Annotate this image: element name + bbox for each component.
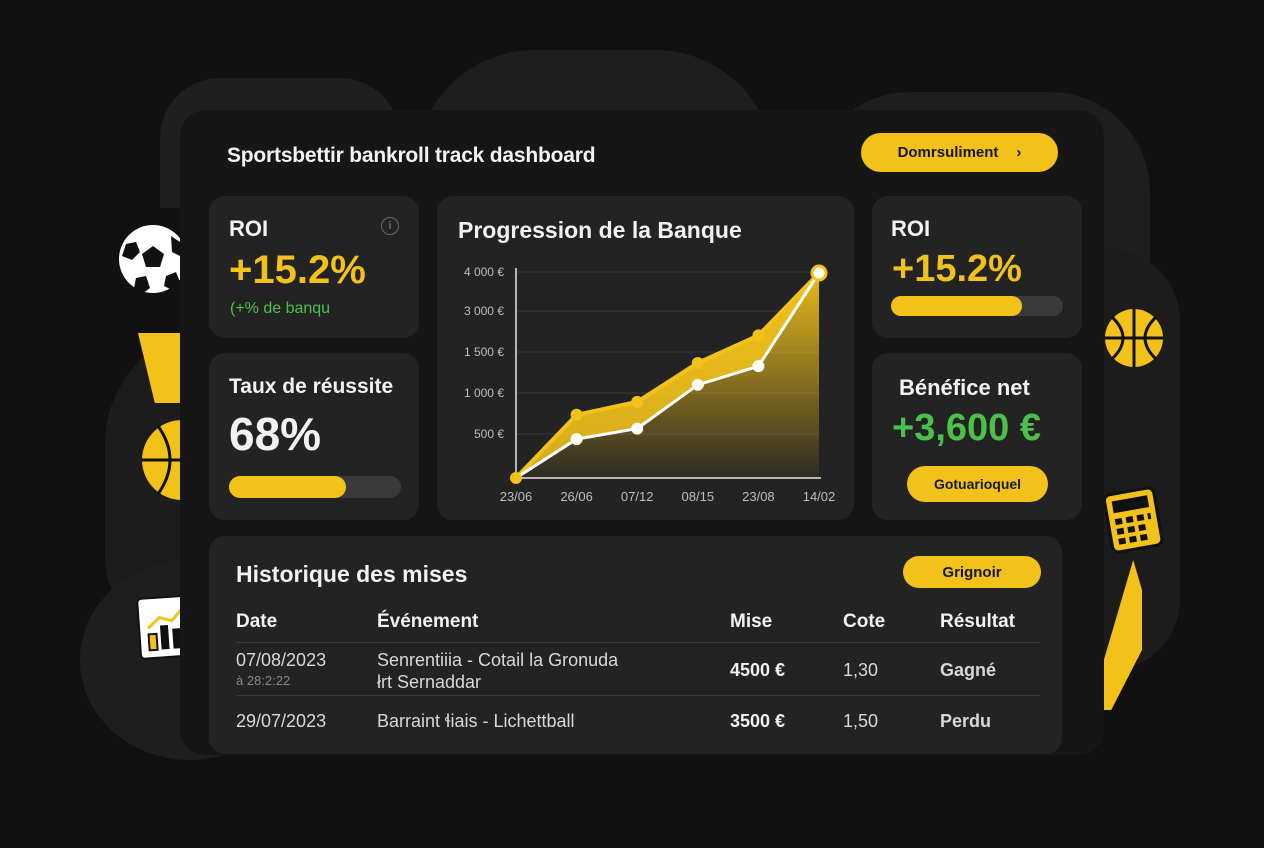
- net-profit-card: Bénéfice net +3,600 € Gotuarioquel: [872, 353, 1082, 520]
- net-profit-value: +3,600 €: [892, 407, 1041, 449]
- roi-card: ROI i +15.2% (+% de banqu: [209, 196, 419, 338]
- success-rate-progress: [229, 476, 401, 498]
- header-action-button[interactable]: Domrsuliment ›: [861, 133, 1058, 172]
- row-stake: 4500 €: [730, 660, 786, 680]
- data-point-final: [810, 264, 828, 282]
- calculator-icon: [1102, 486, 1164, 553]
- x-tick-label: 23/08: [742, 489, 775, 504]
- data-point-white: [570, 433, 583, 446]
- x-tick-label: 08/15: [682, 489, 715, 504]
- y-tick-label: 500 €: [474, 427, 504, 441]
- success-rate-progress-fill: [229, 476, 346, 498]
- data-point-yellow: [631, 395, 644, 408]
- chevron-right-icon: ›: [1016, 144, 1022, 161]
- roi-subtext: (+% de banqu: [230, 300, 331, 317]
- soccer-ball-icon: [119, 225, 180, 294]
- roi-card-secondary: ROI +15.2%: [872, 196, 1082, 338]
- column-header-odds: Cote: [843, 611, 886, 632]
- data-point-yellow: [752, 329, 765, 342]
- x-tick-label: 26/06: [560, 489, 593, 504]
- x-tick-label: 07/12: [621, 489, 654, 504]
- row-time: à 28:2:22: [236, 673, 291, 688]
- row-date: 29/07/2023: [236, 711, 327, 731]
- roi-secondary-label: ROI: [891, 216, 931, 241]
- basketball-icon: [142, 420, 182, 500]
- y-tick-label: 3 000 €: [464, 304, 504, 318]
- success-rate-value: 68%: [229, 408, 322, 460]
- row-result: Gagné: [940, 660, 997, 680]
- data-point-white: [631, 422, 644, 435]
- row-date: 07/08/2023: [236, 650, 327, 670]
- bankroll-line-chart: 500 € 1 000 € 1 500 € 3 000 € 4 000 € 23/06 26…: [464, 264, 836, 504]
- history-action-button[interactable]: Grignoir: [903, 556, 1041, 588]
- roi-label: ROI: [229, 216, 269, 241]
- info-icon[interactable]: i: [381, 217, 399, 235]
- bet-history-card: Historique des mises Grignoir Date Événe…: [209, 536, 1062, 754]
- row-result: Perdu: [940, 711, 992, 731]
- row-event-line2: łrt Sernaddar: [377, 672, 482, 692]
- data-point-white: [691, 378, 704, 391]
- y-tick-label: 1 000 €: [464, 386, 504, 400]
- roi-secondary-progress: [891, 296, 1063, 316]
- column-header-date: Date: [236, 611, 278, 632]
- data-point-yellow: [570, 408, 583, 421]
- y-tick-label: 1 500 €: [464, 345, 504, 359]
- roi-secondary-progress-fill: [891, 296, 1022, 316]
- page-title: Sportsbettir bankroll track dashboard: [227, 144, 596, 167]
- bankroll-chart-card: Progression de la Banque 500 €1 000 €1 5…: [437, 196, 854, 520]
- history-title: Historique des mises: [236, 561, 468, 587]
- data-point-yellow: [510, 472, 522, 484]
- row-stake: 3500 €: [730, 711, 786, 731]
- x-tick-label: 23/06: [500, 489, 533, 504]
- row-divider: [236, 642, 1040, 643]
- row-event: Senrentiiia - Cotail la Gronuda: [377, 650, 619, 670]
- column-header-result: Résultat: [940, 611, 1015, 632]
- basketball-icon: [1105, 309, 1163, 367]
- net-profit-button[interactable]: Gotuarioquel: [907, 466, 1048, 502]
- success-rate-label: Taux de réussite: [229, 375, 394, 398]
- column-header-event: Événement: [377, 611, 479, 632]
- row-divider: [236, 695, 1040, 696]
- y-tick-label: 4 000 €: [464, 265, 504, 279]
- row-odds: 1,50: [843, 711, 879, 731]
- roi-value: +15.2%: [229, 248, 366, 292]
- net-profit-label: Bénéfice net: [899, 375, 1030, 400]
- success-rate-card: Taux de réussite 68%: [209, 353, 419, 520]
- row-event: Barraint ɬiais - Lichettball: [377, 711, 575, 731]
- data-point-yellow: [691, 356, 704, 369]
- row-odds: 1,30: [843, 660, 879, 680]
- header-action-label: Domrsuliment: [897, 144, 999, 161]
- roi-secondary-value: +15.2%: [892, 248, 1022, 290]
- data-point-white: [752, 360, 765, 373]
- x-tick-label: 14/02: [803, 489, 836, 504]
- column-header-stake: Mise: [730, 611, 773, 632]
